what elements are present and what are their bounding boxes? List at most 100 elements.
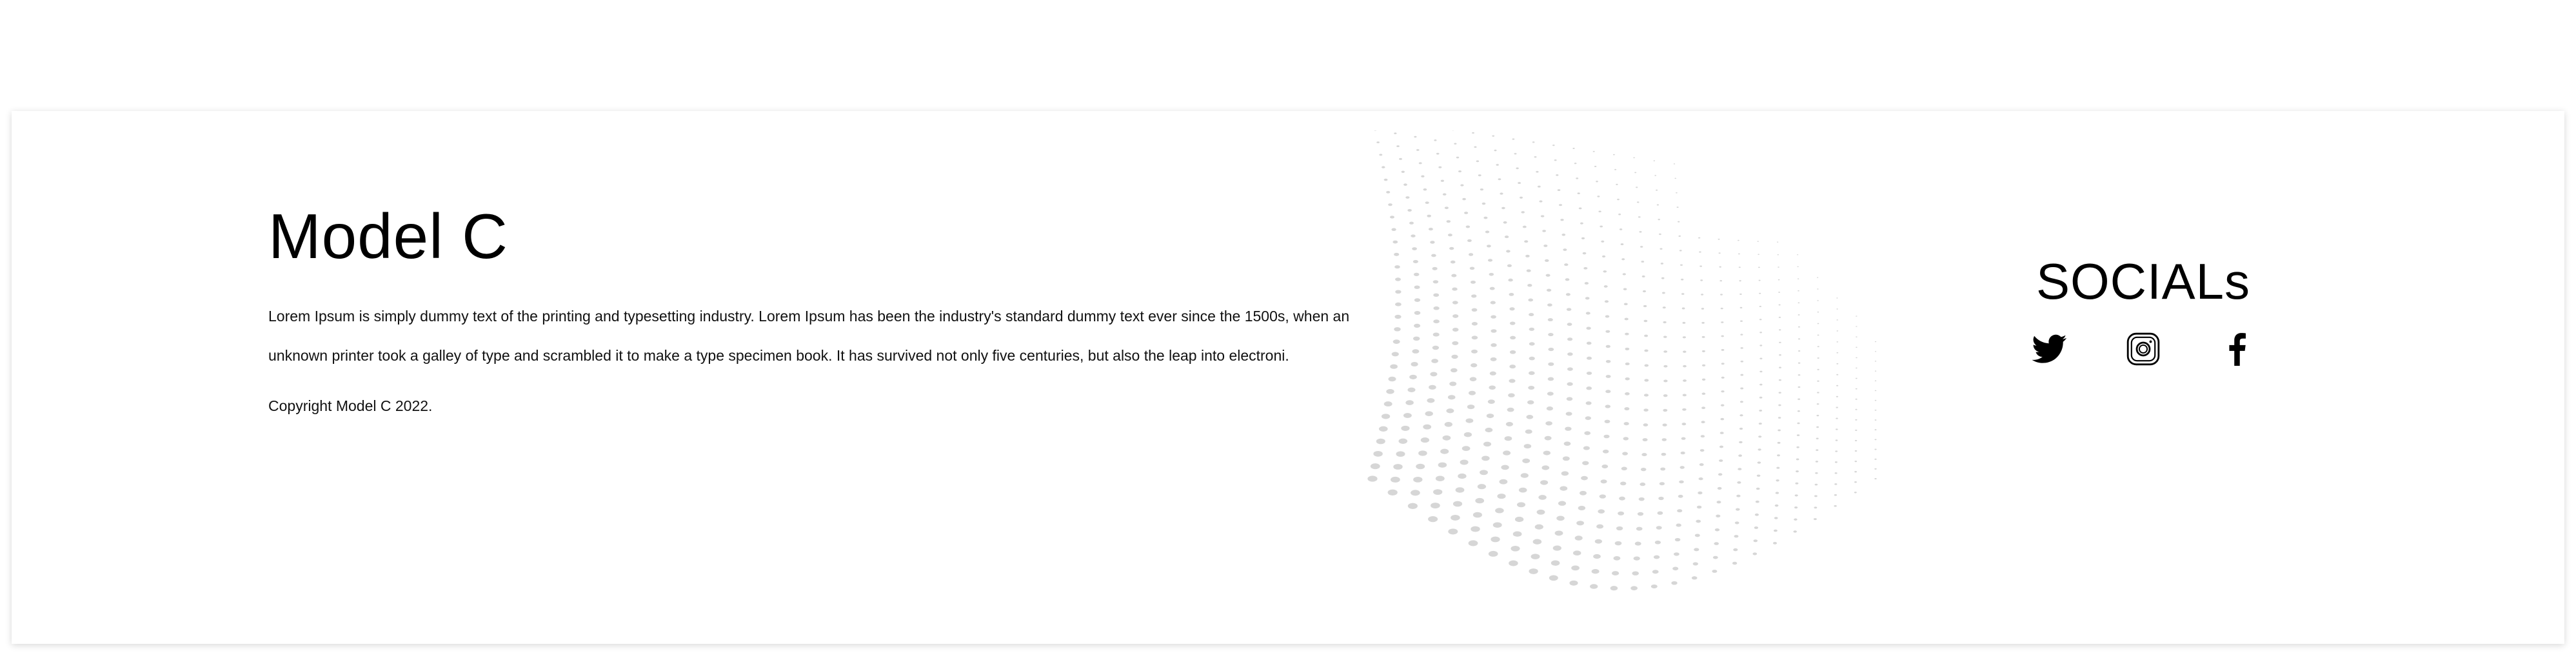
- halftone-dot: [1509, 350, 1516, 354]
- halftone-dot: [1416, 463, 1425, 470]
- halftone-dot: [1720, 307, 1723, 310]
- halftone-dot: [1452, 287, 1458, 291]
- halftone-dot: [1732, 561, 1738, 565]
- halftone-dot: [1585, 312, 1590, 315]
- halftone-dot: [1509, 307, 1515, 311]
- halftone-dot: [1835, 428, 1838, 430]
- halftone-dot: [1622, 273, 1626, 275]
- facebook-link[interactable]: [2219, 331, 2255, 367]
- halftone-dot: [1548, 362, 1554, 366]
- halftone-dot: [1463, 432, 1472, 437]
- halftone-dot: [1701, 321, 1705, 324]
- halftone-dot: [1538, 495, 1547, 500]
- halftone-dot: [1569, 580, 1578, 586]
- halftone-dot: [1738, 266, 1741, 268]
- halftone-dot: [1572, 148, 1575, 149]
- halftone-dot: [1427, 398, 1435, 403]
- halftone-dot: [1456, 156, 1460, 159]
- halftone-dot: [1776, 466, 1780, 469]
- halftone-dot: [1529, 568, 1538, 574]
- halftone-dot: [1794, 494, 1798, 497]
- halftone-dot: [1778, 429, 1781, 432]
- halftone-dot: [1507, 264, 1512, 267]
- halftone-dot: [1854, 460, 1858, 463]
- halftone-dot: [1547, 303, 1552, 307]
- halftone-dot: [1544, 435, 1552, 441]
- halftone-dot: [1440, 179, 1445, 182]
- halftone-dot: [1719, 266, 1721, 268]
- halftone-dot: [1554, 530, 1563, 536]
- halftone-dot: [1552, 545, 1561, 551]
- halftone-dot: [1438, 166, 1442, 168]
- halftone-dot: [1660, 467, 1666, 471]
- halftone-dot: [1554, 159, 1557, 161]
- halftone-dot: [1754, 513, 1759, 516]
- halftone-dot: [1836, 319, 1838, 321]
- halftone-dot: [1559, 204, 1562, 206]
- halftone-dot: [1644, 349, 1649, 352]
- halftone-dot: [1604, 419, 1610, 423]
- halftone-dot: [1431, 503, 1440, 509]
- twitter-link[interactable]: [2032, 331, 2068, 367]
- halftone-dot: [1485, 427, 1493, 433]
- halftone-dot: [1644, 364, 1649, 367]
- halftone-dot: [1462, 197, 1466, 201]
- footer-brand: Model C Lorem Ipsum is simply dummy text…: [268, 205, 1416, 415]
- halftone-dot: [1640, 482, 1646, 486]
- halftone-dot: [1567, 352, 1573, 356]
- halftone-dot: [1640, 246, 1643, 248]
- halftone-dot: [1481, 455, 1490, 461]
- halftone-dot: [1564, 263, 1569, 266]
- halftone-dot: [1578, 207, 1582, 210]
- halftone-dot: [1816, 403, 1819, 405]
- halftone-dot: [1574, 163, 1577, 165]
- halftone-dot: [1835, 439, 1838, 441]
- halftone-dot: [1636, 201, 1640, 203]
- halftone-dot: [1512, 531, 1522, 537]
- halftone-dot: [1527, 284, 1532, 287]
- halftone-dot: [1476, 160, 1480, 163]
- halftone-dot: [1560, 219, 1564, 221]
- halftone-dot: [1598, 509, 1605, 514]
- halftone-dot: [1610, 586, 1618, 591]
- halftone-dot: [1717, 486, 1722, 490]
- instagram-link[interactable]: [2125, 331, 2161, 367]
- halftone-dot: [1603, 285, 1608, 288]
- halftone-dot: [1428, 227, 1433, 231]
- halftone-dot: [1566, 397, 1573, 401]
- halftone-dot: [1592, 150, 1595, 152]
- halftone-dot: [1458, 473, 1467, 479]
- halftone-dot: [1696, 519, 1701, 523]
- halftone-dot: [1677, 509, 1683, 513]
- halftone-dot: [1660, 248, 1663, 250]
- halftone-dot: [1625, 377, 1630, 381]
- halftone-dot: [1581, 237, 1585, 240]
- halftone-dot: [1534, 156, 1537, 158]
- halftone-dot: [1451, 354, 1458, 359]
- halftone-dot: [1386, 191, 1391, 194]
- halftone-dot: [1367, 475, 1378, 482]
- halftone-dot: [1526, 269, 1531, 272]
- halftone-dot: [1674, 177, 1676, 179]
- halftone-dot: [1798, 338, 1801, 340]
- halftone-dot: [1432, 280, 1439, 284]
- halftone-dot: [1714, 542, 1719, 545]
- halftone-dot: [1442, 193, 1447, 196]
- halftone-dot: [1601, 255, 1606, 258]
- halftone-dot: [1740, 360, 1744, 363]
- halftone-dot: [1545, 274, 1551, 277]
- halftone-dot: [1874, 370, 1877, 372]
- facebook-icon: [2229, 333, 2246, 366]
- halftone-dot: [1471, 294, 1477, 298]
- halftone-dot: [1427, 214, 1431, 217]
- halftone-dot: [1633, 157, 1635, 159]
- halftone-dot: [1509, 560, 1518, 566]
- halftone-dot: [1756, 474, 1761, 477]
- halftone-dot: [1856, 346, 1858, 348]
- halftone-dot: [1776, 241, 1779, 243]
- halftone-dot: [1679, 250, 1682, 252]
- halftone-dot: [1444, 422, 1452, 427]
- halftone-dot: [1543, 245, 1548, 247]
- halftone-dot: [1701, 392, 1706, 395]
- halftone-dot: [1663, 408, 1668, 412]
